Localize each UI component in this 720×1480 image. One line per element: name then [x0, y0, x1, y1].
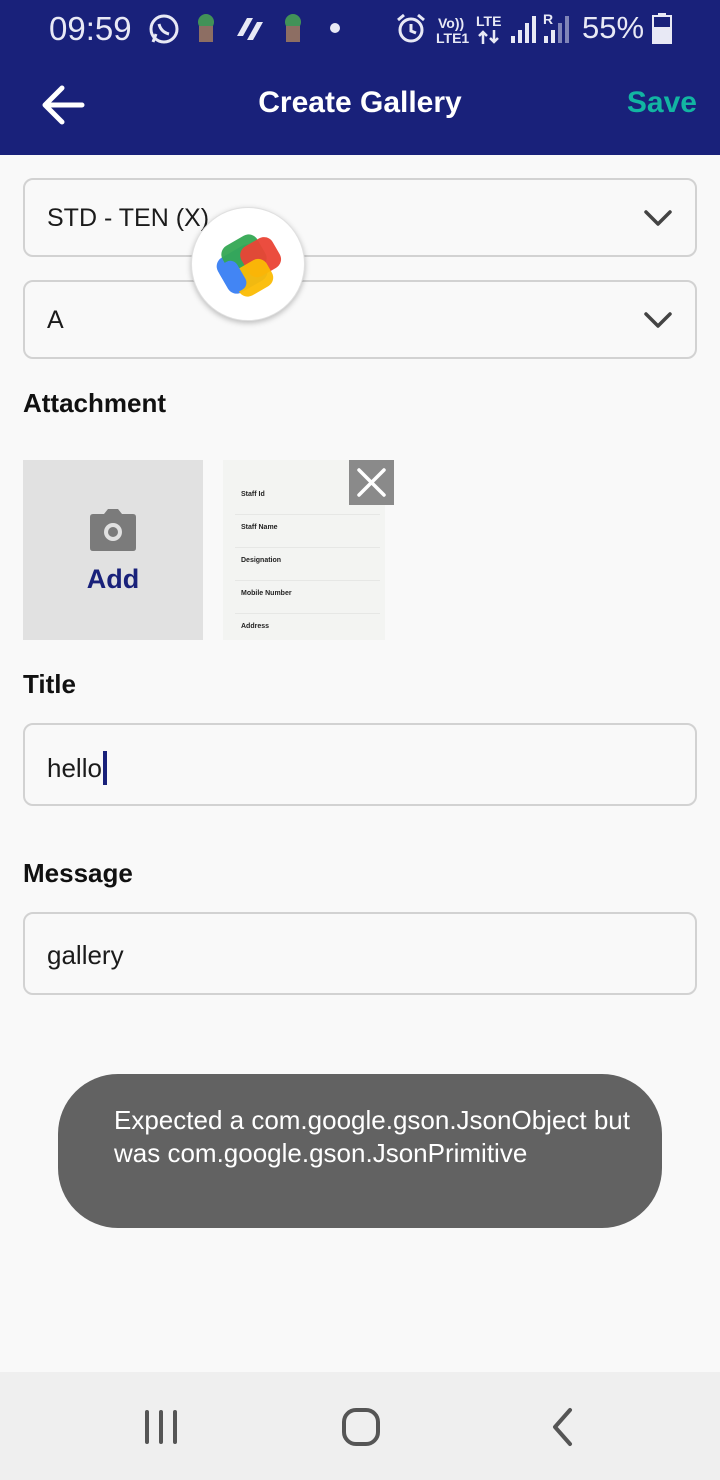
preview-divider [235, 613, 380, 614]
preview-row: Address [241, 623, 270, 630]
lte-label: LTE [476, 13, 502, 29]
error-toast: Expected a com.google.gson.JsonObject bu… [58, 1074, 662, 1228]
alarm-icon [397, 13, 425, 43]
title-label: Title [23, 669, 76, 699]
google-pay-icon [216, 234, 282, 297]
app-icon [285, 14, 301, 42]
remove-attachment-button[interactable] [349, 460, 394, 505]
title-input-value: hello [47, 751, 107, 785]
whatsapp-icon [149, 14, 179, 44]
title-input-text: hello [47, 753, 102, 783]
message-input-value: gallery [47, 940, 124, 970]
toast-message: Expected a com.google.gson.JsonObject bu… [114, 1105, 630, 1168]
title-input[interactable]: hello [23, 723, 697, 806]
attachment-label: Attachment [23, 388, 167, 418]
status-bar: 09:59 Vo)) LTE1 LTE R 55% [0, 0, 720, 60]
signal-icon [511, 16, 536, 43]
preview-divider [235, 547, 380, 548]
lte1-label: LTE1 [436, 30, 470, 46]
section-dropdown[interactable]: A [23, 280, 697, 359]
class-dropdown-value: STD - TEN (X) [47, 204, 210, 232]
battery-percent: 55% [582, 10, 645, 45]
preview-row: Mobile Number [241, 590, 292, 597]
message-input[interactable]: gallery [23, 912, 697, 995]
signal-icon [544, 16, 569, 43]
status-time: 09:59 [49, 10, 132, 47]
message-label: Message [23, 858, 133, 888]
system-nav-bar [0, 1372, 720, 1480]
preview-divider [235, 580, 380, 581]
battery-icon [652, 13, 672, 44]
volte-label: Vo)) [438, 15, 465, 31]
preview-row: Staff Name [241, 524, 278, 531]
add-attachment-button[interactable]: Add [23, 460, 203, 640]
close-icon [357, 468, 386, 497]
dot-icon [330, 23, 340, 33]
text-cursor [102, 751, 107, 785]
home-icon[interactable] [331, 1402, 391, 1452]
preview-row: Designation [241, 557, 282, 564]
preview-divider [235, 514, 380, 515]
app-bar: 09:59 Vo)) LTE1 LTE R 55% Create Gallery… [0, 0, 720, 155]
data-arrows-icon [478, 30, 499, 44]
preview-row: Staff Id [241, 491, 265, 498]
chevron-down-icon [644, 312, 672, 328]
wallet-icon [237, 18, 263, 40]
save-button[interactable]: Save [627, 86, 697, 120]
chevron-down-icon [644, 210, 672, 226]
class-dropdown[interactable]: STD - TEN (X) [23, 178, 697, 257]
page-title: Create Gallery [258, 86, 462, 119]
section-dropdown-value: A [47, 306, 64, 334]
app-icon [198, 14, 214, 42]
back-nav-icon[interactable] [533, 1402, 593, 1452]
recent-apps-icon[interactable] [131, 1402, 191, 1452]
add-label: Add [86, 564, 140, 594]
google-pay-bubble[interactable] [191, 207, 305, 321]
camera-icon [90, 509, 136, 551]
